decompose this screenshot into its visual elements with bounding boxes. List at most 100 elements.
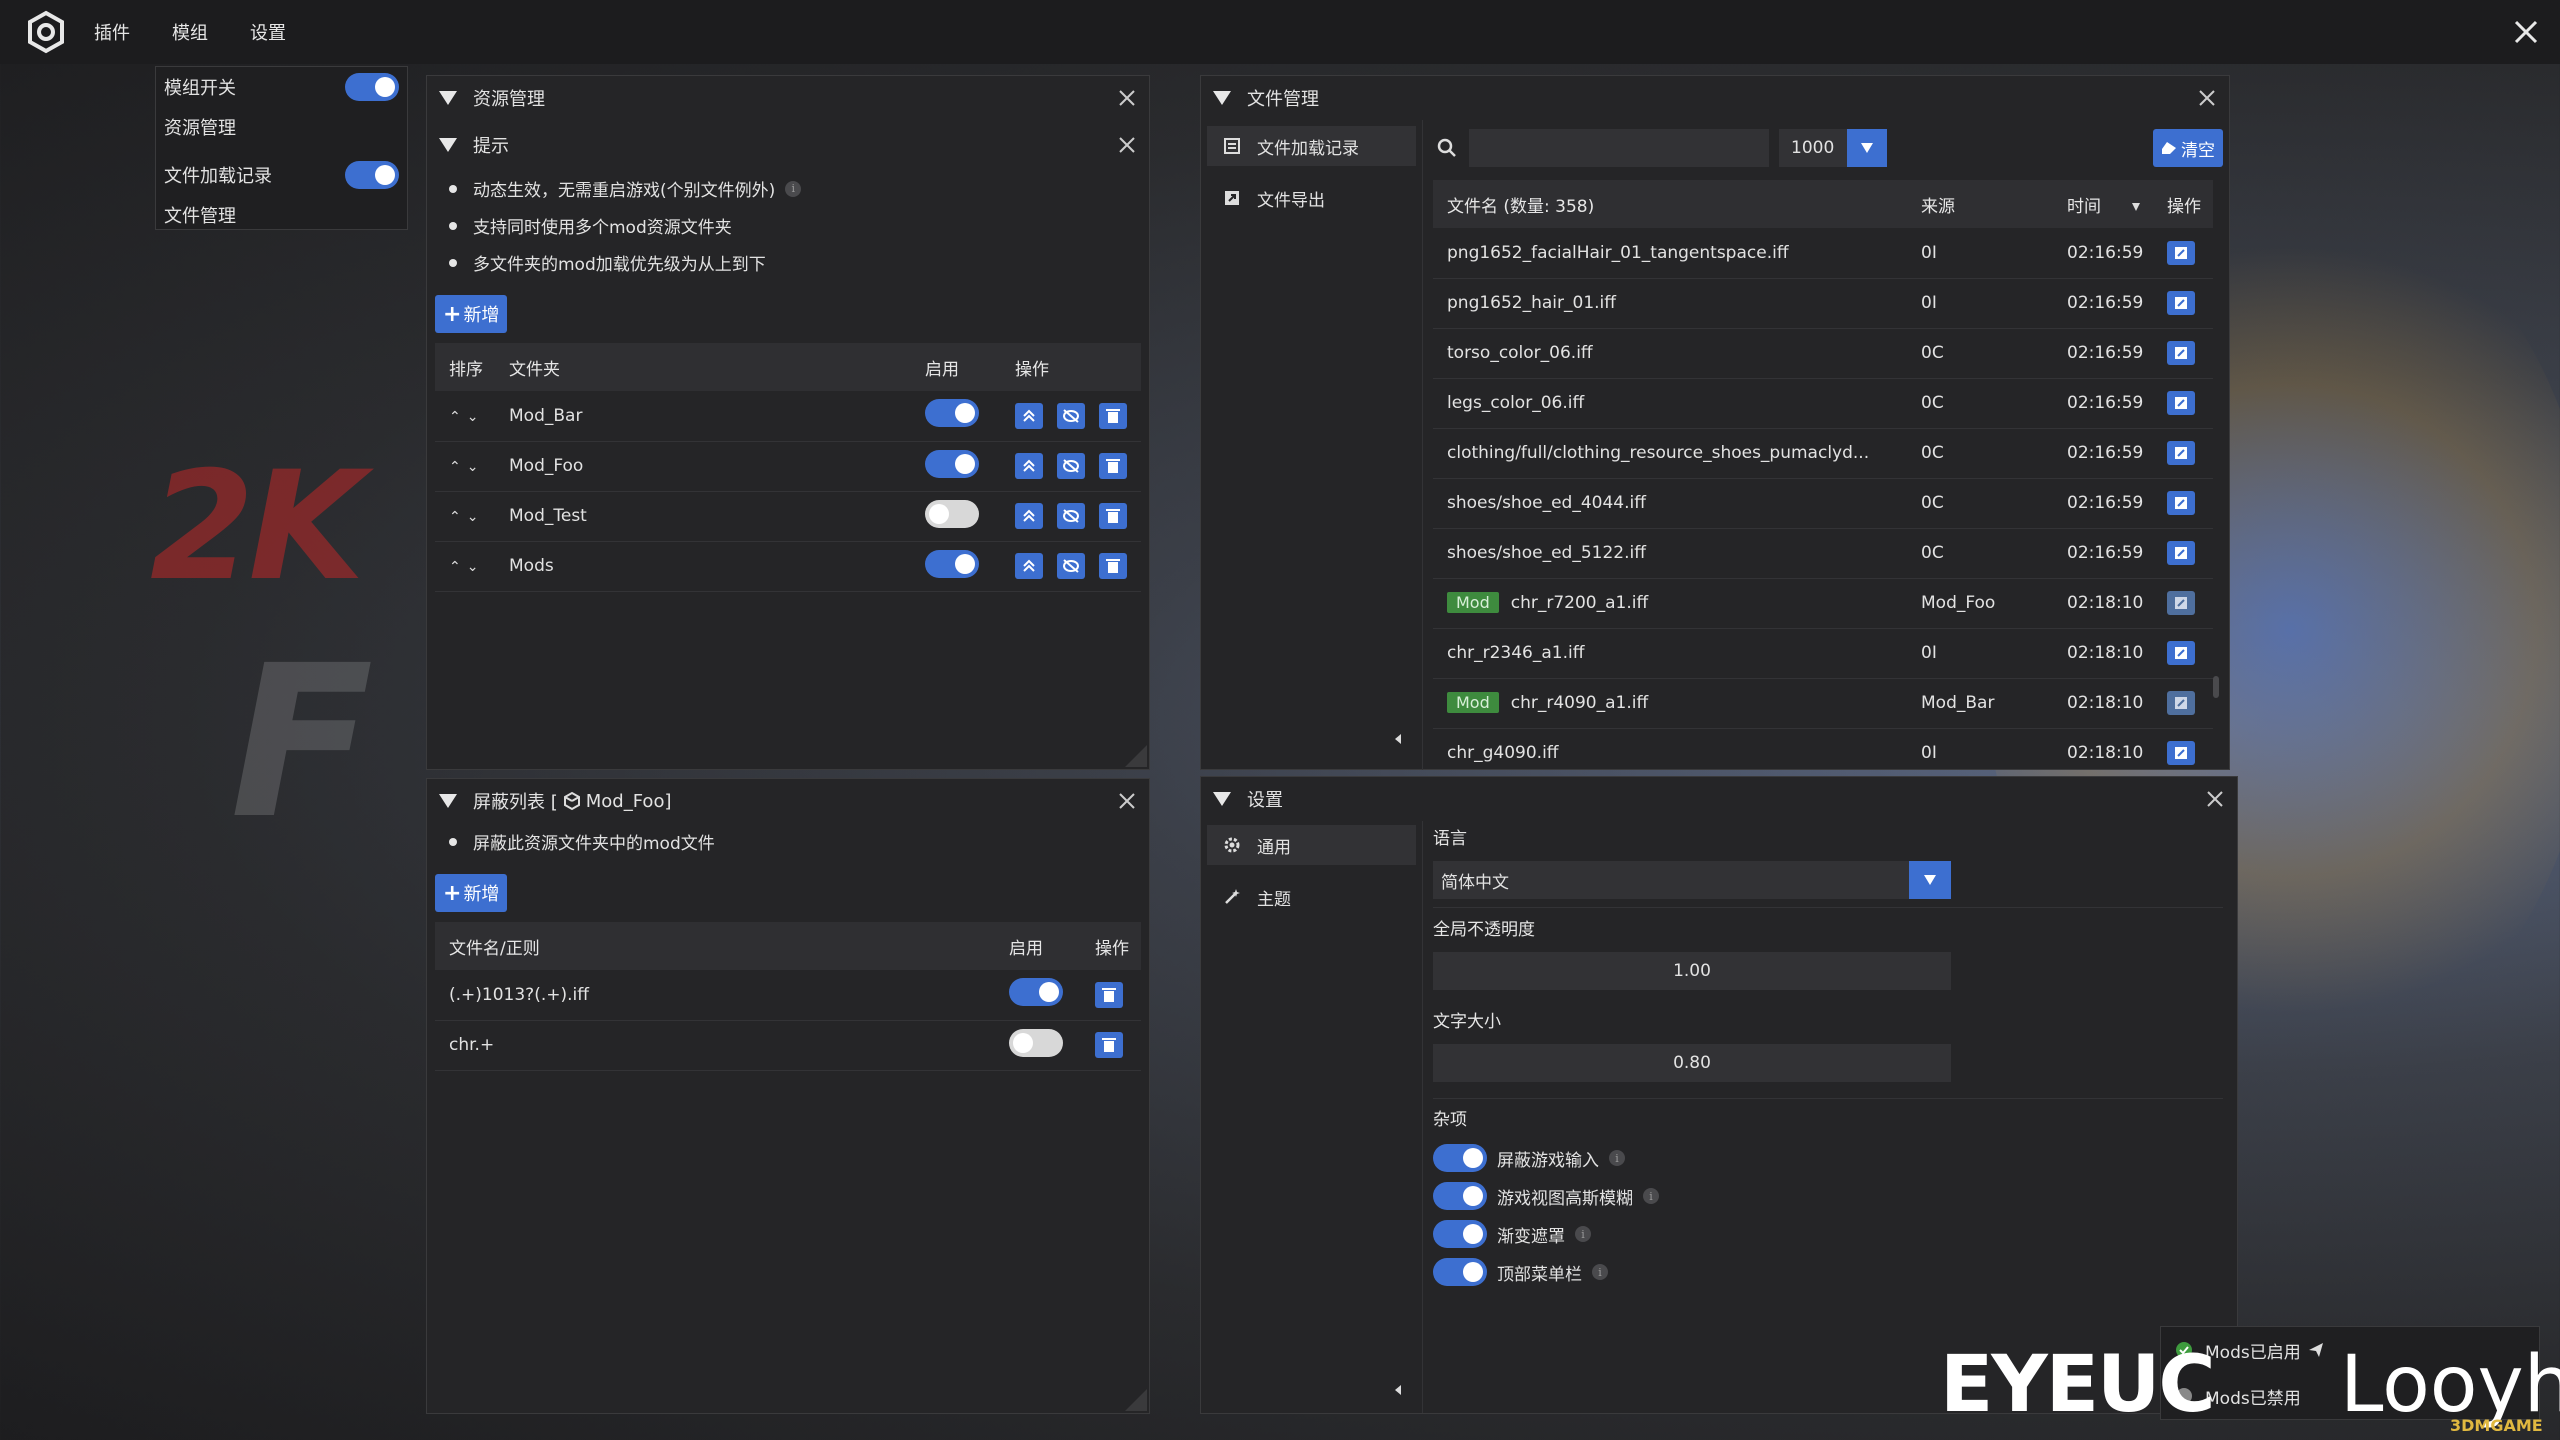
- open-file-icon[interactable]: [2167, 691, 2195, 715]
- open-file-icon[interactable]: [2167, 291, 2195, 315]
- table-row[interactable]: shoes/shoe_ed_5122.iff 0C 02:16:59: [1433, 528, 2213, 579]
- dropdown-item-file-manager[interactable]: 文件管理: [156, 195, 407, 235]
- move-top-icon[interactable]: [1015, 503, 1043, 529]
- search-input[interactable]: [1469, 129, 1769, 167]
- delete-trash-icon[interactable]: [1099, 402, 1127, 429]
- reorder-arrows-icon[interactable]: ⌃⌄: [449, 409, 484, 425]
- table-row[interactable]: torso_color_06.iff 0C 02:16:59: [1433, 328, 2213, 379]
- table-row[interactable]: shoes/shoe_ed_4044.iff 0C 02:16:59: [1433, 478, 2213, 529]
- table-row[interactable]: legs_color_06.iff 0C 02:16:59: [1433, 378, 2213, 429]
- file-panel-header[interactable]: 文件管理: [1201, 76, 2229, 120]
- settings-panel-header[interactable]: 设置: [1201, 777, 2237, 821]
- delete-trash-icon[interactable]: [1095, 1032, 1123, 1058]
- open-file-icon[interactable]: [2167, 240, 2195, 265]
- resize-grip-icon[interactable]: [1125, 745, 1147, 767]
- block-input-toggle[interactable]: [1433, 1144, 1487, 1172]
- top-menubar-toggle[interactable]: [1433, 1258, 1487, 1286]
- close-icon[interactable]: [1117, 791, 1137, 811]
- mod-switch-toggle[interactable]: [345, 73, 399, 101]
- reorder-arrows-icon[interactable]: ⌃⌄: [449, 459, 484, 475]
- collapse-triangle-icon[interactable]: [439, 794, 457, 808]
- info-icon[interactable]: i: [785, 180, 802, 197]
- table-row[interactable]: png1652_facialHair_01_tangentspace.iff 0I…: [1433, 228, 2213, 279]
- collapse-left-icon[interactable]: [1393, 1383, 1403, 1397]
- tab-file-load-log[interactable]: 文件加载记录: [1207, 126, 1416, 166]
- dropdown-item-file-log[interactable]: 文件加载记录: [156, 155, 407, 195]
- reorder-arrows-icon[interactable]: ⌃⌄: [449, 559, 484, 575]
- file-table-scrollbar[interactable]: [2213, 676, 2219, 698]
- tab-general[interactable]: 通用: [1207, 825, 1416, 865]
- file-log-toggle[interactable]: [345, 161, 399, 189]
- sort-desc-icon[interactable]: [2131, 202, 2141, 212]
- add-rule-button[interactable]: + 新增: [435, 874, 508, 912]
- folder-enable-toggle[interactable]: [925, 449, 979, 478]
- table-row[interactable]: png1652_hair_01.iff 0I 02:16:59: [1433, 278, 2213, 329]
- limit-select[interactable]: 1000: [1779, 129, 1847, 167]
- hide-eye-icon[interactable]: [1057, 453, 1085, 479]
- menu-plugins[interactable]: 插件: [94, 19, 130, 45]
- tab-file-export[interactable]: 文件导出: [1207, 178, 1416, 218]
- reorder-arrows-icon[interactable]: ⌃⌄: [449, 509, 484, 525]
- folder-enable-toggle[interactable]: [925, 399, 979, 428]
- table-row[interactable]: clothing/full/clothing_resource_shoes_pu…: [1433, 428, 2213, 479]
- move-top-icon[interactable]: [1015, 453, 1043, 479]
- rule-enable-toggle[interactable]: [1009, 978, 1063, 1007]
- open-file-icon[interactable]: [2167, 541, 2195, 565]
- dropdown-item-resource-manager[interactable]: 资源管理: [156, 107, 407, 147]
- collapse-triangle-icon[interactable]: [439, 138, 457, 152]
- open-file-icon[interactable]: [2167, 741, 2195, 765]
- open-file-icon[interactable]: [2167, 641, 2195, 665]
- open-file-icon[interactable]: [2167, 441, 2195, 465]
- block-panel-header[interactable]: 屏蔽列表 [ Mod_Foo]: [427, 779, 1149, 823]
- hide-eye-icon[interactable]: [1057, 553, 1085, 579]
- collapse-triangle-icon[interactable]: [1213, 91, 1231, 105]
- info-icon[interactable]: i: [1592, 1264, 1608, 1280]
- tip-section-header[interactable]: 提示: [427, 120, 1149, 170]
- open-file-icon[interactable]: [2167, 391, 2195, 415]
- font-size-slider[interactable]: 0.80: [1433, 1044, 1951, 1082]
- tab-theme[interactable]: 主题: [1207, 877, 1416, 917]
- hide-eye-icon[interactable]: [1057, 503, 1085, 529]
- table-row[interactable]: chr_g4090.iff 0I 02:18:10: [1433, 728, 2213, 779]
- table-row[interactable]: Mod chr_r7200_a1.iff Mod_Foo 02:18:10: [1433, 578, 2213, 629]
- hide-eye-icon[interactable]: [1057, 402, 1085, 429]
- language-select[interactable]: 简体中文: [1433, 861, 1909, 899]
- gradient-mask-toggle[interactable]: [1433, 1220, 1487, 1248]
- open-file-icon[interactable]: [2167, 491, 2195, 515]
- folder-enable-toggle[interactable]: [925, 549, 979, 578]
- menu-settings[interactable]: 设置: [250, 19, 286, 45]
- collapse-triangle-icon[interactable]: [439, 91, 457, 105]
- folder-enable-toggle[interactable]: [925, 499, 979, 528]
- move-top-icon[interactable]: [1015, 402, 1043, 429]
- info-icon[interactable]: i: [1643, 1188, 1659, 1204]
- info-icon[interactable]: i: [1575, 1226, 1591, 1242]
- resource-panel-header[interactable]: 资源管理: [427, 76, 1149, 120]
- open-file-icon[interactable]: [2167, 591, 2195, 615]
- add-folder-button[interactable]: + 新增: [435, 295, 508, 333]
- rule-enable-toggle[interactable]: [1009, 1028, 1063, 1057]
- language-dropdown-button[interactable]: [1909, 861, 1951, 899]
- open-file-icon[interactable]: [2167, 341, 2195, 365]
- close-icon[interactable]: [1117, 88, 1137, 108]
- delete-trash-icon[interactable]: [1099, 553, 1127, 579]
- column-header[interactable]: 时间: [2053, 180, 2157, 228]
- menu-mods[interactable]: 模组: [172, 19, 208, 45]
- table-row[interactable]: chr_r2346_a1.iff 0I 02:18:10: [1433, 628, 2213, 679]
- clear-button[interactable]: 清空: [2153, 129, 2223, 167]
- window-close-icon[interactable]: [2508, 14, 2544, 50]
- collapse-triangle-icon[interactable]: [1213, 792, 1231, 806]
- info-icon[interactable]: i: [1609, 1150, 1625, 1166]
- close-icon[interactable]: [2197, 88, 2217, 108]
- resize-grip-icon[interactable]: [1125, 1389, 1147, 1411]
- delete-trash-icon[interactable]: [1095, 981, 1123, 1008]
- delete-trash-icon[interactable]: [1099, 453, 1127, 479]
- table-row[interactable]: Mod chr_r4090_a1.iff Mod_Bar 02:18:10: [1433, 678, 2213, 729]
- opacity-slider[interactable]: 1.00: [1433, 952, 1951, 990]
- collapse-left-icon[interactable]: [1393, 732, 1403, 746]
- close-icon[interactable]: [1117, 135, 1137, 155]
- limit-dropdown-button[interactable]: [1847, 129, 1887, 167]
- close-icon[interactable]: [2205, 789, 2225, 809]
- move-top-icon[interactable]: [1015, 553, 1043, 579]
- dropdown-item-mod-switch[interactable]: 模组开关: [156, 67, 407, 107]
- blur-toggle[interactable]: [1433, 1182, 1487, 1210]
